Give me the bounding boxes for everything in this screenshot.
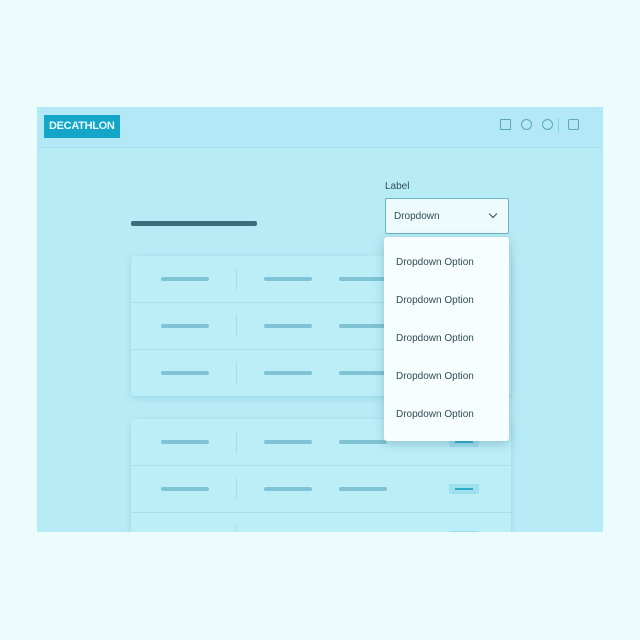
table-cell-placeholder	[339, 440, 387, 444]
table-cell-placeholder	[339, 277, 387, 281]
table-cell-placeholder	[339, 487, 387, 491]
dropdown-option[interactable]: Dropdown Option	[384, 320, 509, 358]
dropdown-option[interactable]: Dropdown Option	[384, 244, 509, 282]
dropdown-option[interactable]: Dropdown Option	[384, 396, 509, 434]
table-cell-placeholder	[264, 277, 312, 281]
table-cell-placeholder	[339, 324, 387, 328]
store-icon[interactable]	[500, 119, 511, 130]
column-divider	[236, 478, 237, 500]
user-icon[interactable]	[521, 119, 532, 130]
dropdown-option[interactable]: Dropdown Option	[384, 282, 509, 320]
chevron-down-icon	[488, 209, 498, 219]
dropdown-menu: Dropdown Option Dropdown Option Dropdown…	[384, 237, 509, 441]
table-cell-placeholder	[264, 371, 312, 375]
dropdown-label: Label	[385, 181, 410, 192]
table-cell-placeholder	[161, 324, 209, 328]
column-divider	[236, 268, 237, 290]
dropdown-select[interactable]: Dropdown	[385, 198, 509, 234]
column-divider	[236, 431, 237, 453]
table-row[interactable]	[131, 513, 511, 532]
icon-divider	[558, 118, 559, 132]
table-cell-placeholder	[161, 277, 209, 281]
help-icon[interactable]	[542, 119, 553, 130]
table-cell-placeholder	[264, 440, 312, 444]
column-divider	[236, 525, 237, 532]
cart-icon[interactable]	[568, 119, 579, 130]
dropdown-option[interactable]: Dropdown Option	[384, 358, 509, 396]
table-row[interactable]	[131, 466, 511, 513]
column-divider	[236, 315, 237, 337]
table-cell-placeholder	[161, 440, 209, 444]
column-divider	[236, 362, 237, 384]
dropdown-selected-value: Dropdown	[394, 211, 440, 222]
table-cell-placeholder	[339, 371, 387, 375]
status-badge	[449, 531, 479, 532]
page-title-placeholder	[131, 221, 257, 226]
status-badge	[449, 484, 479, 494]
table-cell-placeholder	[161, 371, 209, 375]
app-window: DECATHLON Label Dropdown Dropdown Option…	[37, 107, 603, 532]
top-navigation-bar: DECATHLON	[37, 107, 603, 148]
brand-logo[interactable]: DECATHLON	[44, 115, 120, 138]
table-cell-placeholder	[264, 487, 312, 491]
table-cell-placeholder	[264, 324, 312, 328]
table-cell-placeholder	[161, 487, 209, 491]
